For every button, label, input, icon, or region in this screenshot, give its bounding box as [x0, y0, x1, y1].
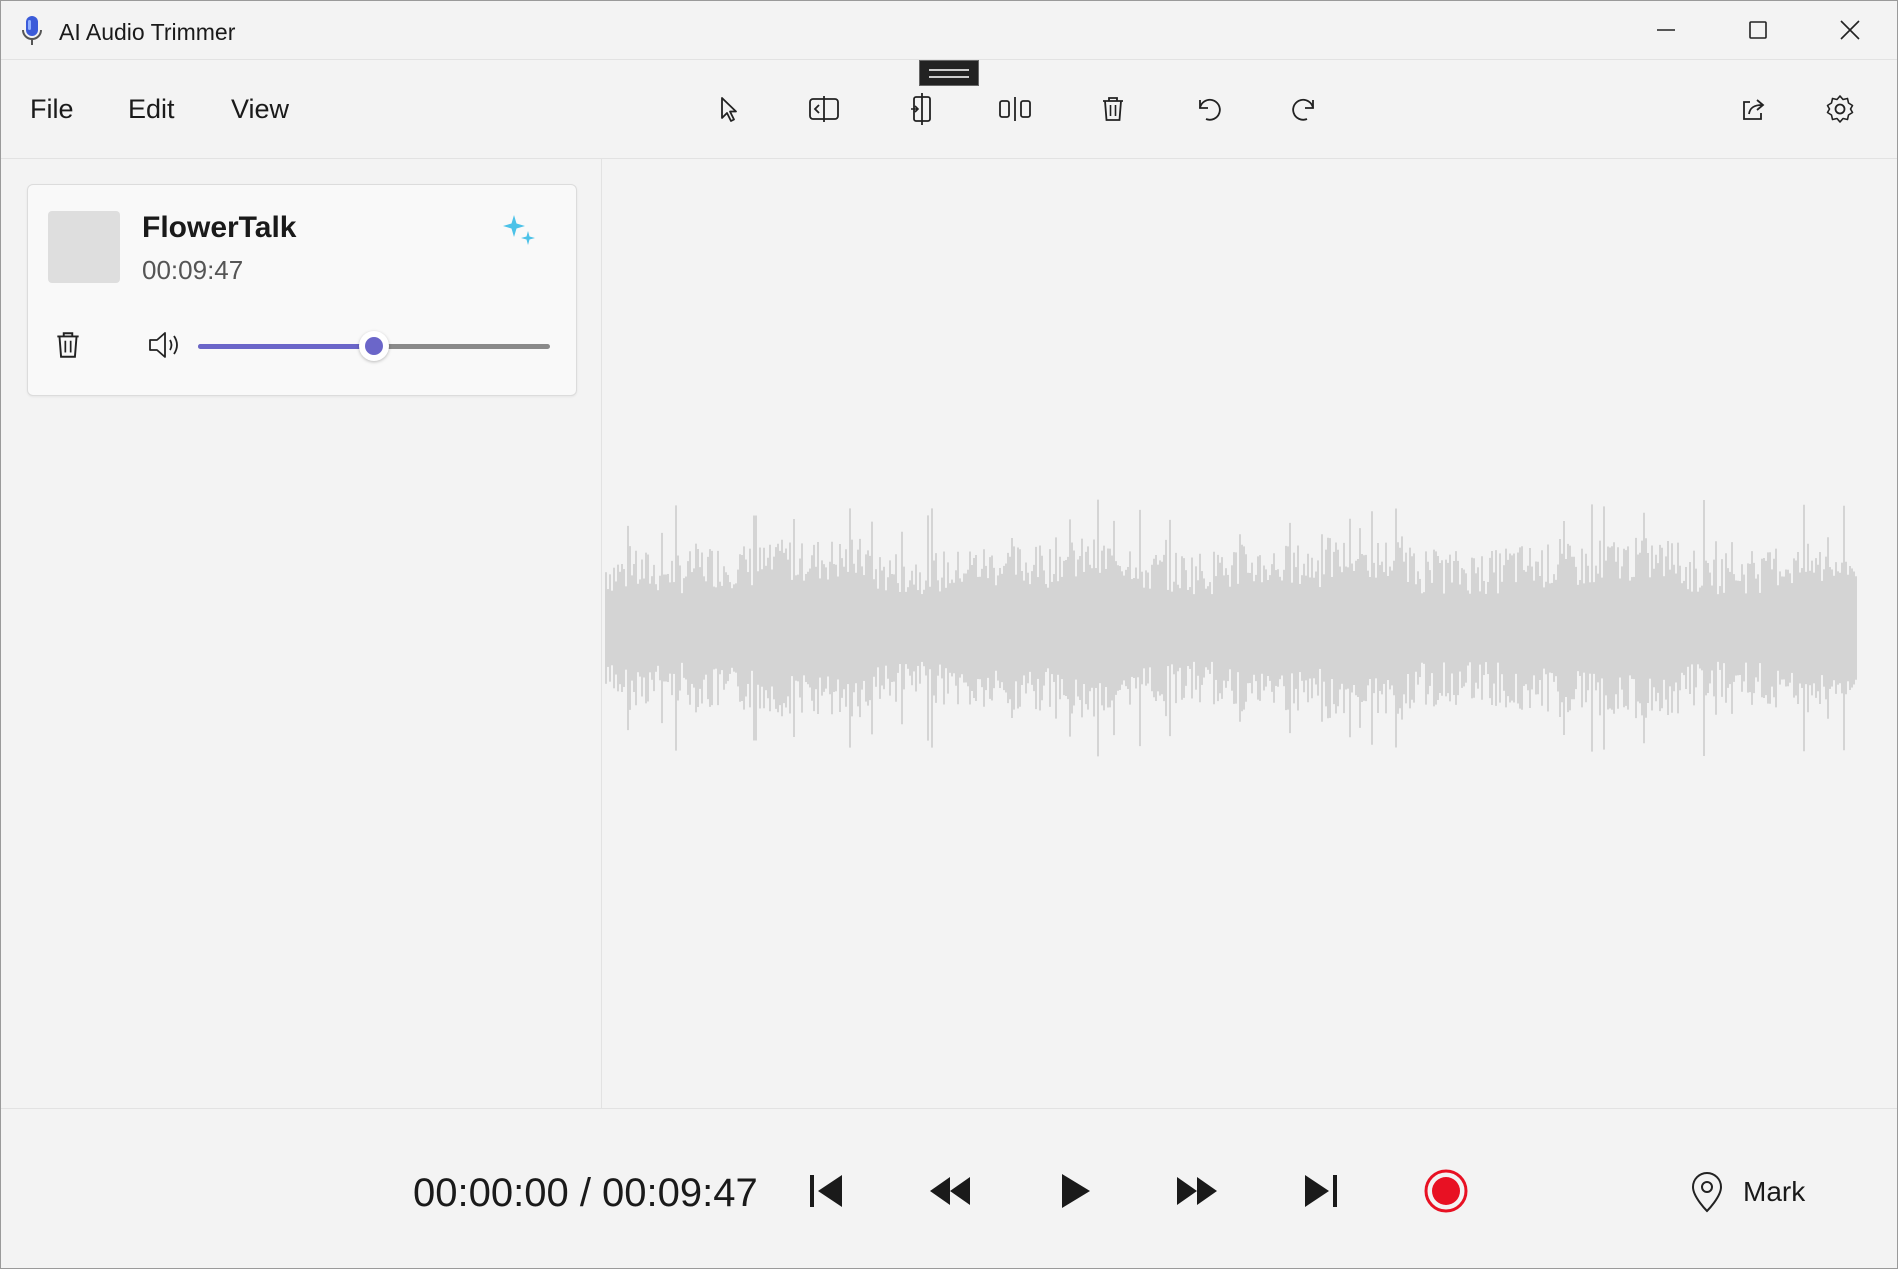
waveform-bars: [605, 499, 1857, 757]
close-button[interactable]: [1805, 1, 1895, 59]
waveform: [605, 499, 1857, 757]
delete-icon: [1103, 97, 1123, 121]
undo-icon: [1199, 98, 1221, 121]
record-button[interactable]: [1416, 1161, 1476, 1221]
volume-icon: [149, 332, 178, 358]
settings-icon: [1826, 95, 1854, 123]
trim-icon: [911, 93, 931, 125]
app-window: AI Audio Trimmer File Edit View FlowerTa…: [0, 0, 1898, 1269]
time-display: 00:00:00 / 00:09:47: [413, 1171, 758, 1215]
minimize-button[interactable]: [1621, 1, 1711, 59]
rewind-icon: [930, 1177, 970, 1205]
share-icon: [1743, 99, 1765, 120]
volume-slider-fill: [198, 344, 374, 349]
maximize-icon: [1749, 21, 1767, 39]
share-button[interactable]: [1726, 82, 1780, 136]
volume-slider[interactable]: [198, 331, 550, 361]
split-icon: [809, 96, 839, 122]
ai-sparkle-icon[interactable]: [500, 211, 540, 251]
play-button[interactable]: [1044, 1161, 1104, 1221]
rewind-button[interactable]: [920, 1161, 980, 1221]
menu-edit[interactable]: Edit: [128, 94, 175, 125]
track-name: FlowerTalk: [142, 211, 297, 244]
select-tool-button[interactable]: [701, 82, 755, 136]
skip-to-start-button[interactable]: [796, 1161, 856, 1221]
transport-bar: 00:00:00 / 00:09:47 Mark: [1, 1108, 1897, 1269]
cut-tool-button[interactable]: [988, 82, 1042, 136]
redo-button[interactable]: [1277, 82, 1331, 136]
select-cursor-icon: [721, 97, 737, 122]
fast-forward-button[interactable]: [1167, 1161, 1227, 1221]
menu-view[interactable]: View: [231, 94, 289, 125]
trim-tool-button[interactable]: [895, 82, 949, 136]
tracks-panel: FlowerTalk 00:09:47: [1, 158, 602, 1108]
microphone-app-icon: [22, 16, 42, 45]
track-card[interactable]: FlowerTalk 00:09:47: [27, 184, 577, 396]
waveform-area[interactable]: [602, 158, 1897, 1108]
location-pin-icon: [1691, 1172, 1723, 1213]
settings-button[interactable]: [1813, 82, 1867, 136]
track-duration: 00:09:47: [142, 255, 244, 285]
skip-to-end-icon: [1305, 1175, 1337, 1207]
skip-to-end-button[interactable]: [1291, 1161, 1351, 1221]
cut-icon: [999, 97, 1031, 121]
app-title: AI Audio Trimmer: [59, 19, 236, 45]
title-bar: AI Audio Trimmer: [1, 1, 1897, 59]
maximize-button[interactable]: [1713, 1, 1803, 59]
mark-label: Mark: [1743, 1176, 1806, 1207]
track-delete-button[interactable]: [48, 325, 88, 365]
redo-icon: [1292, 98, 1314, 121]
skip-to-start-icon: [810, 1175, 842, 1207]
minimize-icon: [1657, 29, 1675, 31]
delete-icon: [57, 332, 79, 358]
play-icon: [1062, 1174, 1090, 1208]
volume-slider-thumb[interactable]: [359, 331, 389, 361]
record-icon: [1424, 1169, 1468, 1213]
mark-button[interactable]: Mark: [1687, 1167, 1805, 1217]
menu-file[interactable]: File: [30, 94, 74, 125]
close-icon: [1840, 20, 1860, 40]
track-thumbnail: [48, 211, 120, 283]
split-tool-button[interactable]: [797, 82, 851, 136]
fast-forward-icon: [1177, 1177, 1217, 1205]
delete-tool-button[interactable]: [1086, 82, 1140, 136]
undo-button[interactable]: [1182, 82, 1236, 136]
toolbar: File Edit View: [1, 59, 1897, 159]
